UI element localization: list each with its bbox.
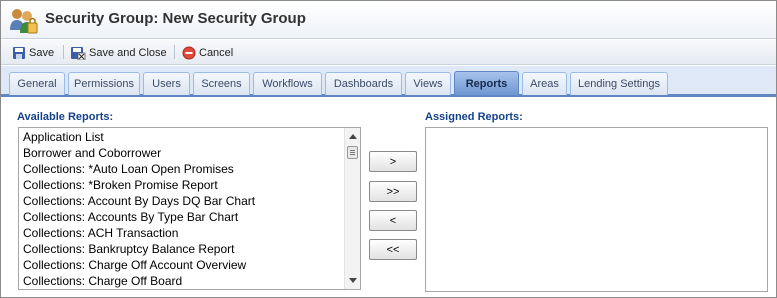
list-item[interactable]: Collections: Charge Off Board [19,273,360,289]
save-icon [13,46,25,59]
window-frame: Security Group: New Security Group Save … [0,0,777,298]
grip-line [350,154,355,155]
tab-workflows[interactable]: Workflows [253,72,322,95]
tab-lending-settings[interactable]: Lending Settings [570,72,668,95]
tab-reports[interactable]: Reports [454,71,519,95]
save-close-icon [71,46,86,60]
list-item[interactable]: Collections: Bankruptcy Balance Report [19,241,360,257]
list-item[interactable]: Collections: ACH Transaction [19,225,360,241]
tab-permissions[interactable]: Permissions [68,72,140,95]
available-reports-label: Available Reports: [17,111,114,123]
list-item[interactable]: Collections: *Auto Loan Open Promises [19,161,360,177]
scroll-down-arrow-icon[interactable] [349,278,357,283]
list-item[interactable]: Collections: *Broken Promise Report [19,177,360,193]
scroll-up-arrow-icon[interactable] [349,134,357,139]
list-item[interactable]: Application List [19,129,360,145]
list-item[interactable]: Borrower and Coborrower [19,145,360,161]
assigned-reports-label: Assigned Reports: [425,111,523,123]
tab-dashboards[interactable]: Dashboards [325,72,402,95]
assigned-reports-list[interactable] [425,127,768,292]
cancel-icon [182,46,196,59]
grip-line [350,150,355,151]
tab-general[interactable]: General [9,72,65,95]
cancel-button[interactable]: Cancel [182,44,233,61]
vertical-scrollbar[interactable] [344,128,360,289]
tab-areas[interactable]: Areas [522,72,567,95]
list-item[interactable]: Collections: Accounts By Type Bar Chart [19,209,360,225]
users-group-icon [10,9,38,34]
scroll-thumb[interactable] [347,146,358,159]
tab-screens[interactable]: Screens [193,72,250,95]
save-label: Save [29,46,55,59]
add-report-button[interactable]: > [369,151,417,172]
available-reports-list[interactable]: Application List Borrower and Coborrower… [18,127,361,290]
tab-users[interactable]: Users [143,72,190,95]
tab-bar: General Permissions Users Screens Workfl… [1,66,776,97]
reports-panel: Available Reports: Assigned Reports: App… [1,98,776,297]
page-title: Security Group: New Security Group [45,10,306,27]
save-and-close-label: Save and Close [89,46,167,59]
toolbar-separator [63,45,64,59]
save-button[interactable]: Save [12,44,54,61]
cancel-label: Cancel [199,46,234,59]
list-item[interactable]: Collections: Account By Days DQ Bar Char… [19,193,360,209]
tab-views[interactable]: Views [405,72,451,95]
save-and-close-button[interactable]: Save and Close [70,44,167,61]
list-item[interactable]: Collections: Charge Off Account Overview [19,257,360,273]
page-header: Security Group: New Security Group [1,1,776,39]
remove-all-reports-button[interactable]: << [369,239,417,260]
add-all-reports-button[interactable]: >> [369,181,417,202]
toolbar-separator [174,45,175,59]
toolbar: Save Save and Close Cancel [1,40,776,65]
grip-line [350,152,355,153]
remove-report-button[interactable]: < [369,210,417,231]
